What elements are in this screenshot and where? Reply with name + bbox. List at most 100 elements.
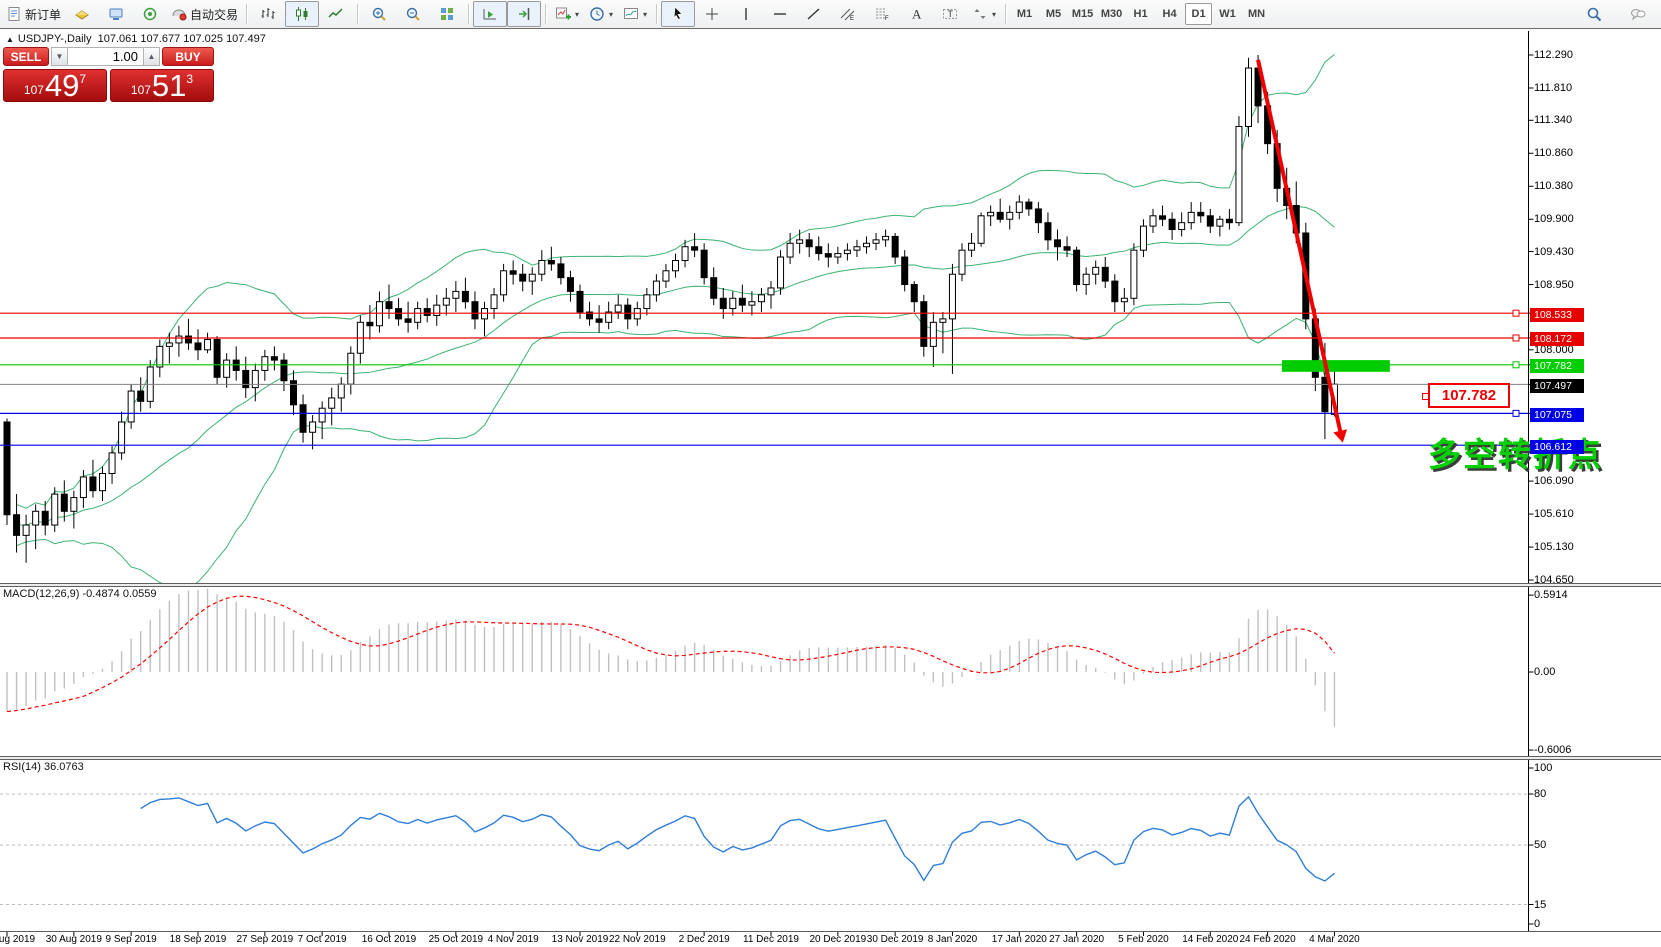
svg-text:F: F bbox=[885, 16, 889, 22]
signals-button[interactable] bbox=[133, 1, 167, 27]
trendline-button[interactable] bbox=[797, 1, 831, 27]
object-marker[interactable] bbox=[1513, 335, 1519, 341]
date-tick-label: 24 Feb 2020 bbox=[1233, 934, 1303, 945]
price-tick-label: 105.130 bbox=[1534, 541, 1574, 554]
price-level-label[interactable]: 107.782 bbox=[1428, 383, 1510, 408]
timeframe-m5[interactable]: M5 bbox=[1040, 3, 1067, 25]
zoom-in-button[interactable] bbox=[362, 1, 396, 27]
price-tag-107.782: 107.782 bbox=[1530, 359, 1584, 373]
periods-button[interactable]: ▾ bbox=[584, 1, 618, 27]
timeframe-m15[interactable]: M15 bbox=[1069, 3, 1096, 25]
hline-icon bbox=[772, 6, 788, 22]
chart-symbol-period: USDJPY-,Daily bbox=[18, 33, 92, 45]
horizontal-line-button[interactable] bbox=[763, 1, 797, 27]
date-tick-label: 5 Feb 2020 bbox=[1108, 934, 1178, 945]
object-marker[interactable] bbox=[1513, 410, 1519, 416]
object-marker bbox=[1422, 393, 1429, 400]
timeframe-m30[interactable]: M30 bbox=[1098, 3, 1125, 25]
toolbar-separator bbox=[1005, 4, 1006, 24]
chart-collapse-icon[interactable]: ▲ bbox=[6, 35, 14, 44]
volume-input[interactable]: 1.00 bbox=[68, 47, 143, 66]
timeframe-d1[interactable]: D1 bbox=[1185, 3, 1212, 25]
price-axis[interactable] bbox=[0, 31, 1661, 932]
price-tick-label: 110.380 bbox=[1534, 180, 1573, 193]
price-tag-107.075: 107.075 bbox=[1530, 408, 1584, 422]
line-chart-button[interactable] bbox=[319, 1, 353, 27]
rsi-panel-separator[interactable] bbox=[0, 756, 1661, 760]
dropdown-arrow-icon[interactable]: ▾ bbox=[643, 10, 647, 19]
fibonacci-retracement-button[interactable]: F bbox=[865, 1, 899, 27]
timeframe-mn[interactable]: MN bbox=[1243, 3, 1270, 25]
chart-shift-button[interactable] bbox=[507, 1, 541, 27]
arrows-button[interactable]: ▾ bbox=[967, 1, 1001, 27]
highlight-rectangle[interactable] bbox=[1282, 360, 1390, 372]
object-marker[interactable] bbox=[1513, 310, 1519, 316]
chart-window-button[interactable] bbox=[99, 1, 133, 27]
timeframe-m1[interactable]: M1 bbox=[1011, 3, 1038, 25]
date-tick-label: 18 Sep 2019 bbox=[163, 934, 233, 945]
buy-price-panel[interactable]: 107513 bbox=[110, 69, 214, 102]
date-tick-label: 8 Jan 2020 bbox=[917, 934, 987, 945]
price-tick-label: 106.090 bbox=[1534, 475, 1574, 488]
fibo-icon: F bbox=[874, 6, 890, 22]
object-marker[interactable] bbox=[1513, 362, 1519, 368]
text-icon: A bbox=[908, 6, 924, 22]
equidistant-channel-button[interactable]: E bbox=[831, 1, 865, 27]
date-tick-label: 4 Nov 2019 bbox=[478, 934, 548, 945]
crosshair-button[interactable] bbox=[695, 1, 729, 27]
dropdown-arrow-icon[interactable]: ▾ bbox=[575, 10, 579, 19]
zoom-in-icon bbox=[371, 6, 387, 22]
macd-panel-separator[interactable] bbox=[0, 583, 1661, 587]
date-tick-label: 16 Oct 2019 bbox=[354, 934, 424, 945]
price-tick-label: 109.900 bbox=[1534, 213, 1574, 226]
rsi-tick-label: 80 bbox=[1534, 788, 1546, 801]
price-tag-107.497: 107.497 bbox=[1530, 379, 1584, 393]
date-tick-label: 4 Mar 2020 bbox=[1299, 934, 1369, 945]
zoom-out-icon bbox=[405, 6, 421, 22]
trendline-icon bbox=[806, 6, 822, 22]
timeframe-h4[interactable]: H4 bbox=[1156, 3, 1183, 25]
tile-windows-button[interactable] bbox=[430, 1, 464, 27]
price-tag-108.172: 108.172 bbox=[1530, 332, 1584, 346]
volume-decrease-icon[interactable]: ▼ bbox=[51, 47, 68, 66]
chat-button[interactable] bbox=[1621, 1, 1655, 27]
buy-button[interactable]: BUY bbox=[162, 47, 214, 66]
dropdown-arrow-icon[interactable]: ▾ bbox=[609, 10, 613, 19]
auto-scroll-button[interactable] bbox=[473, 1, 507, 27]
toolbar-separator bbox=[468, 4, 469, 24]
price-tick-label: 109.430 bbox=[1534, 246, 1574, 259]
doc-plus-icon bbox=[6, 6, 22, 22]
monitor-icon bbox=[108, 6, 124, 22]
volume-increase-icon[interactable]: ▲ bbox=[143, 47, 160, 66]
new-order-button[interactable]: 新订单 bbox=[2, 1, 65, 27]
templates-button[interactable]: ▾ bbox=[618, 1, 652, 27]
indicators-list-button[interactable]: ▾ bbox=[550, 1, 584, 27]
sell-button[interactable]: SELL bbox=[3, 47, 49, 66]
sell-price-panel[interactable]: 107497 bbox=[3, 69, 107, 102]
auto-trading-button[interactable]: 自动交易 bbox=[167, 1, 242, 27]
zoom-out-button[interactable] bbox=[396, 1, 430, 27]
price-tick-label: 108.950 bbox=[1534, 279, 1574, 292]
date-tick-label: 2 Dec 2019 bbox=[669, 934, 739, 945]
search-button[interactable] bbox=[1577, 1, 1611, 27]
market-watch-button[interactable] bbox=[65, 1, 99, 27]
text-label-button[interactable]: T bbox=[933, 1, 967, 27]
line-icon bbox=[328, 6, 344, 22]
rsi-tick-label: 50 bbox=[1534, 839, 1546, 852]
chart-canvas[interactable] bbox=[0, 30, 1661, 947]
candlestick-chart-button[interactable] bbox=[285, 1, 319, 27]
cursor-button[interactable] bbox=[661, 1, 695, 27]
shift-icon bbox=[516, 6, 532, 22]
price-tick-label: 105.610 bbox=[1534, 508, 1574, 521]
one-click-trading-widget: SELL ▼ 1.00 ▲ BUY 107497 107513 bbox=[3, 47, 219, 102]
timeframe-w1[interactable]: W1 bbox=[1214, 3, 1241, 25]
vertical-line-button[interactable] bbox=[729, 1, 763, 27]
dropdown-arrow-icon[interactable]: ▾ bbox=[992, 10, 996, 19]
cursor-icon bbox=[670, 6, 686, 22]
macd-signal-line bbox=[7, 596, 1334, 711]
macd-tick-label: 0.00 bbox=[1534, 666, 1555, 679]
bar-chart-button[interactable] bbox=[251, 1, 285, 27]
text-button[interactable]: A bbox=[899, 1, 933, 27]
mt4-window: 新订单 自动交易 ▾ ▾ ▾ E F AT ▾ M1M5M15M30H1H4D1W1MN ▲ USD… bbox=[0, 0, 1661, 947]
timeframe-h1[interactable]: H1 bbox=[1127, 3, 1154, 25]
